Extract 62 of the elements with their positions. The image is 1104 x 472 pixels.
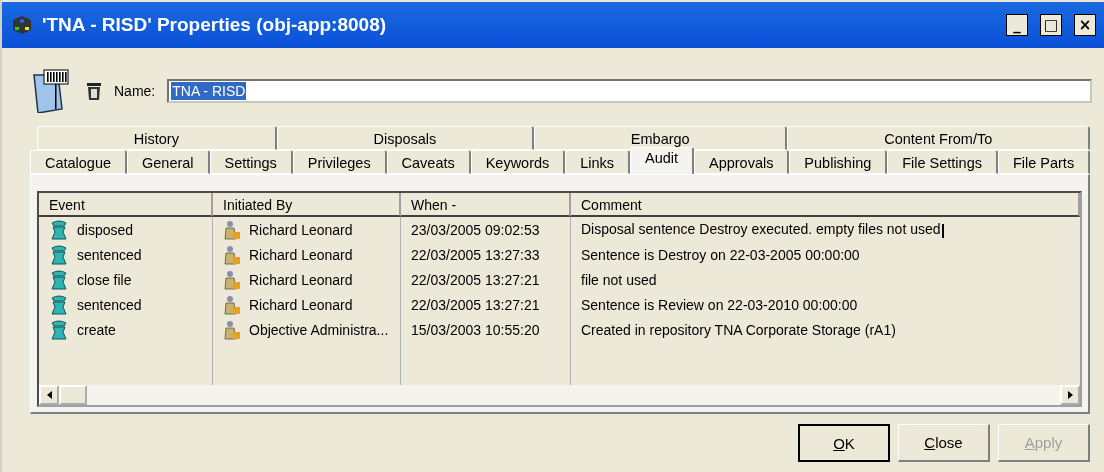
- name-value: TNA - RISD: [171, 82, 247, 100]
- table-cell: 15/03/2003 10:55:20: [411, 321, 540, 338]
- table-cell: Richard Leonard: [249, 296, 353, 313]
- name-field[interactable]: TNA - RISD: [167, 79, 1092, 103]
- scroll-left-button[interactable]: [39, 385, 59, 405]
- column-header[interactable]: Comment: [571, 193, 1080, 217]
- tab[interactable]: File Parts: [997, 150, 1091, 174]
- person-icon: [223, 244, 241, 265]
- person-icon: [223, 294, 241, 315]
- tab[interactable]: Audit: [630, 147, 694, 174]
- table-cell: Richard Leonard: [249, 246, 353, 263]
- table-cell: sentenced: [77, 246, 142, 263]
- table-cell: Sentence is Review on 22-03-2010 00:00:00: [581, 296, 858, 313]
- table-cell: Disposal sentence Destroy executed. empty files not used: [581, 221, 944, 238]
- tab[interactable]: Privileges: [292, 150, 387, 174]
- table-cell: sentenced: [77, 296, 142, 313]
- tab[interactable]: Publishing: [789, 150, 888, 174]
- window-control-button[interactable]: □: [1040, 14, 1062, 36]
- table-cell: 22/03/2005 13:27:21: [411, 271, 540, 288]
- cube-icon: [12, 15, 32, 35]
- table-cell: disposed: [77, 221, 134, 238]
- table-cell: 22/03/2005 13:27:33: [411, 246, 540, 263]
- person-icon: [223, 319, 241, 340]
- tab[interactable]: Links: [565, 150, 631, 174]
- person-icon: [223, 269, 241, 290]
- table-cell: close file: [77, 271, 132, 288]
- right-arrow-icon: [1067, 391, 1073, 399]
- table-cell: Sentence is Destroy on 22-03-2005 00:00:00: [581, 246, 860, 263]
- dialog-button[interactable]: OK: [798, 424, 890, 462]
- table-cell: file not used: [581, 271, 657, 288]
- name-label: Name:: [114, 83, 156, 99]
- left-arrow-icon: [46, 391, 52, 399]
- tab[interactable]: Embargo: [534, 126, 788, 150]
- column-header[interactable]: When -: [401, 193, 571, 217]
- table-cell: create: [77, 321, 116, 338]
- scroll-right-button[interactable]: [1060, 385, 1080, 405]
- table-cell: Richard Leonard: [249, 221, 353, 238]
- person-icon: [223, 219, 241, 240]
- trash-icon[interactable]: [86, 81, 102, 101]
- tab[interactable]: Keywords: [470, 150, 566, 174]
- table-cell: 22/03/2005 13:27:21: [411, 296, 540, 313]
- column-header[interactable]: Event: [39, 193, 213, 217]
- tab[interactable]: History: [37, 126, 277, 150]
- column-header[interactable]: Initiated By: [213, 193, 401, 217]
- tab[interactable]: Settings: [209, 150, 293, 174]
- dialog-button[interactable]: Close: [898, 424, 990, 462]
- tab[interactable]: File Settings: [887, 150, 998, 174]
- tab[interactable]: Catalogue: [30, 150, 127, 174]
- tab[interactable]: Approvals: [694, 150, 790, 174]
- table-cell: Created in repository TNA Corporate Storage (rA1): [581, 321, 896, 338]
- window-title: 'TNA - RISD' Properties (obj-app:8008): [42, 14, 388, 36]
- table-cell: 23/03/2005 09:02:53: [411, 221, 540, 238]
- tab[interactable]: Caveats: [386, 150, 471, 174]
- tab[interactable]: Disposals: [276, 126, 535, 150]
- table-cell: Objective Administra...: [249, 321, 389, 338]
- scroll-thumb[interactable]: [59, 385, 87, 405]
- table-cell: Richard Leonard: [249, 271, 353, 288]
- window-control-button[interactable]: _: [1006, 14, 1028, 36]
- tab[interactable]: Content From/To: [787, 126, 1090, 150]
- tab[interactable]: General: [127, 150, 210, 174]
- window-control-button[interactable]: ×: [1074, 14, 1096, 36]
- horizontal-scrollbar[interactable]: [39, 385, 1080, 405]
